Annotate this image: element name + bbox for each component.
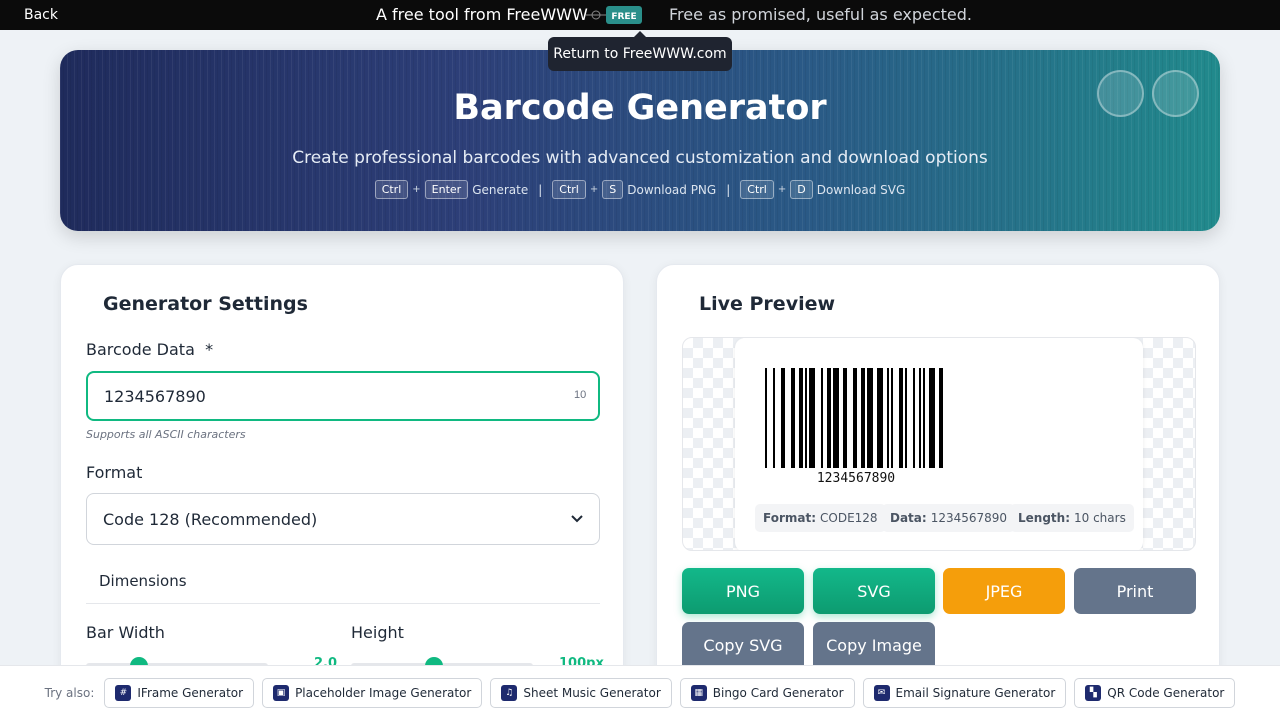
barcode-bar (809, 368, 815, 468)
kbd-key: D (790, 180, 813, 199)
barcode-bar (923, 368, 925, 468)
tool-link-sheet-music[interactable]: ♫ Sheet Music Generator (490, 678, 672, 708)
height-label: Height (351, 623, 404, 642)
barcode-bar (853, 368, 857, 468)
kbd-key: Enter (424, 180, 469, 199)
hero-banner: Barcode Generator Create professional ba… (60, 50, 1220, 231)
format-select[interactable]: Code 128 (Recommended) (86, 493, 600, 545)
tool-link-bingo-card[interactable]: ▦ Bingo Card Generator (679, 678, 855, 708)
back-link[interactable]: Back (24, 7, 58, 23)
preview-panel: Live Preview 1234567890 Format: CODE128 D… (656, 264, 1220, 720)
format-label: Format (86, 463, 143, 482)
download-jpeg-button[interactable]: JPEG (943, 568, 1065, 614)
barcode-bar (827, 368, 831, 468)
barcode-bar (805, 368, 807, 468)
barcode-card: 1234567890 Format: CODE128 Data: 123456789… (735, 338, 1143, 550)
promo-text: A free tool from FreeWWW (376, 5, 588, 24)
settings-title: Generator Settings (103, 293, 308, 315)
tool-link-placeholder-image[interactable]: ▣ Placeholder Image Generator (262, 678, 483, 708)
preview-title: Live Preview (699, 293, 836, 315)
barcode-data-label: Barcode Data * (86, 340, 214, 359)
mail-icon: ✉ (873, 685, 890, 701)
barcode-bar (799, 368, 803, 468)
barcode-bar (843, 368, 847, 468)
kbd-key: Ctrl (740, 180, 774, 199)
tool-link-qr-code[interactable]: ▚ QR Code Generator (1074, 678, 1236, 708)
tool-link-email-signature[interactable]: ✉ Email Signature Generator (862, 678, 1067, 708)
try-also-label: Try also: (44, 686, 95, 700)
barcode-image (765, 368, 943, 468)
qr-icon: ▚ (1085, 685, 1102, 701)
tool-link-iframe[interactable]: # IFrame Generator (104, 678, 255, 708)
barcode-bar (791, 368, 795, 468)
divider (86, 603, 600, 604)
meta-data: Data: 1234567890 (882, 504, 1016, 532)
grid-icon: ▦ (690, 685, 707, 701)
hash-icon: # (115, 685, 132, 701)
barcode-bar (773, 368, 775, 468)
page-subtitle: Create professional barcodes with advanc… (292, 148, 988, 168)
kbd-key: S (602, 180, 624, 199)
barcode-bar (899, 368, 903, 468)
barcode-bar (877, 368, 883, 468)
page-title: Barcode Generator (453, 88, 827, 128)
keyboard-shortcuts: Ctrl + Enter Generate | Ctrl + S Downloa… (60, 180, 1220, 199)
char-counter: 10 (574, 389, 587, 401)
kbd-key: Ctrl (552, 180, 586, 199)
music-icon: ♫ (501, 685, 518, 701)
barcode-bar (905, 368, 907, 468)
barcode-bar (891, 368, 893, 468)
chevron-down-icon (571, 515, 583, 523)
freewww-logo-icon[interactable]: FREE (584, 4, 644, 26)
shortcut-label: Generate (472, 182, 529, 197)
barcode-bar (913, 368, 915, 468)
meta-format: Format: CODE128 (755, 504, 886, 532)
barcode-data-input[interactable] (86, 371, 600, 421)
decorative-circle (1097, 70, 1144, 117)
shortcut-label: Download SVG (816, 182, 906, 197)
download-png-button[interactable]: PNG (682, 568, 804, 614)
shortcut-label: Download PNG (627, 182, 717, 197)
kbd-key: Ctrl (374, 180, 409, 199)
barcode-bar (887, 368, 889, 468)
footer-related-tools: Try also: # IFrame Generator ▣ Placeholder… (0, 665, 1280, 720)
barcode-bar (781, 368, 785, 468)
barcode-bar (765, 368, 767, 468)
logo-text: FREE (611, 12, 636, 22)
preview-canvas: 1234567890 Format: CODE128 Data: 123456789… (682, 337, 1196, 551)
meta-length: Length: 10 chars (1010, 504, 1134, 532)
dimensions-title: Dimensions (99, 572, 187, 590)
barcode-bar (821, 368, 823, 468)
barcode-bar (919, 368, 921, 468)
print-button[interactable]: Print (1074, 568, 1196, 614)
settings-panel: Generator Settings Barcode Data * 10 Sup… (60, 264, 624, 720)
top-bar: Back A free tool from FreeWWW FREE Free … (0, 0, 1280, 30)
decorative-circle (1152, 70, 1199, 117)
promo-tagline: Free as promised, useful as expected. (669, 5, 973, 24)
barcode-bar (929, 368, 935, 468)
download-svg-button[interactable]: SVG (813, 568, 935, 614)
barcode-bar (939, 368, 943, 468)
format-selected-value: Code 128 (Recommended) (103, 509, 318, 529)
barcode-bar (861, 368, 865, 468)
input-hint: Supports all ASCII characters (86, 428, 246, 441)
barcode-bar (833, 368, 839, 468)
image-icon: ▣ (273, 685, 290, 701)
bar-width-label: Bar Width (86, 623, 165, 642)
barcode-human-readable: 1234567890 (816, 471, 896, 486)
return-tooltip: Return to FreeWWW.com (548, 31, 732, 71)
barcode-bar (867, 368, 873, 468)
